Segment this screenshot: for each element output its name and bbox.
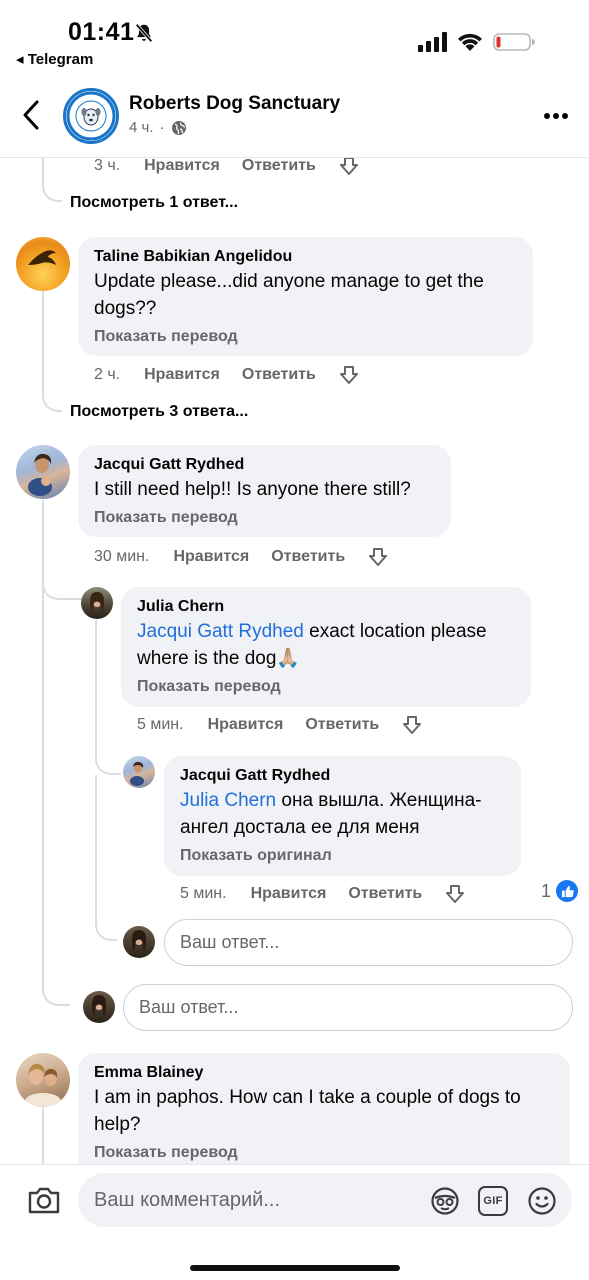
comment-text: Julia Chern она вышла. Женщина-ангел дос… [180, 787, 505, 841]
reply-bubble: Julia Chern Jacqui Gatt Rydhed exact loc… [121, 587, 531, 707]
show-translation-link[interactable]: Показать перевод [94, 327, 517, 347]
comment-author[interactable]: Taline Babikian Angelidou [94, 247, 517, 267]
mention-link[interactable]: Julia Chern [180, 790, 276, 811]
thread-line [95, 775, 117, 941]
comment-bubble: Jacqui Gatt Rydhed I still need help!! I… [78, 445, 451, 537]
thread-line [95, 620, 121, 775]
show-original-link[interactable]: Показать оригинал [180, 846, 505, 866]
comment-bubble: Emma Blainey I am in paphos. How can I t… [78, 1053, 570, 1164]
post-header: Roberts Dog Sanctuary 4 ч. · [0, 74, 589, 158]
reply-input[interactable]: Ваш ответ... [123, 984, 573, 1031]
avatar[interactable] [16, 237, 70, 291]
avatar [83, 991, 115, 1023]
comment-author[interactable]: Emma Blainey [94, 1063, 554, 1083]
like-count: 1 [541, 880, 552, 901]
avatar[interactable] [16, 445, 70, 499]
comment-time: 3 ч. [94, 158, 121, 174]
comment-author[interactable]: Julia Chern [137, 597, 515, 617]
wifi-icon [458, 33, 482, 51]
comment-actions: 3 ч. Нравится Ответить [94, 158, 360, 177]
reply-button[interactable]: Ответить [242, 366, 316, 384]
thread-line [42, 158, 62, 202]
like-button[interactable]: Нравится [208, 716, 284, 734]
view-replies-link[interactable]: Посмотреть 1 ответ... [70, 194, 238, 212]
like-button[interactable]: Нравится [144, 366, 220, 384]
back-to-telegram-link[interactable]: ◂ Telegram [16, 50, 93, 68]
like-button[interactable]: Нравится [144, 158, 220, 175]
reply-button[interactable]: Ответить [348, 885, 422, 903]
downvote-icon[interactable] [401, 714, 423, 736]
downvote-icon[interactable] [338, 158, 360, 177]
comment-actions: 5 мин. Нравится Ответить [137, 714, 423, 736]
gif-icon[interactable]: GIF [478, 1186, 508, 1216]
show-translation-link[interactable]: Показать перевод [94, 508, 435, 528]
signal-icon [418, 32, 447, 52]
avatar[interactable] [81, 587, 113, 619]
comment-text: I still need help!! Is anyone there stil… [94, 479, 411, 500]
page-name[interactable]: Roberts Dog Sanctuary [129, 93, 340, 115]
avatar[interactable] [16, 1053, 70, 1107]
post-meta: 4 ч. · [129, 119, 187, 136]
mention-link[interactable]: Jacqui Gatt Rydhed [137, 621, 304, 642]
battery-icon [493, 33, 535, 51]
thumbs-up-icon [556, 880, 579, 902]
avatar [123, 926, 155, 958]
clock: 01:41 [68, 18, 135, 46]
more-icon[interactable] [543, 112, 569, 120]
reply-button[interactable]: Ответить [271, 548, 345, 566]
post-time: 4 ч. [129, 119, 154, 136]
nested-reply-input[interactable]: Ваш ответ... [164, 919, 573, 966]
downvote-icon[interactable] [444, 883, 466, 905]
comment-time: 30 мин. [94, 548, 150, 565]
page-avatar[interactable] [63, 88, 119, 144]
comment-text: Update please...did anyone manage to get… [94, 271, 484, 319]
downvote-icon[interactable] [367, 546, 389, 568]
show-translation-link[interactable]: Показать перевод [137, 677, 515, 697]
comment-text: Jacqui Gatt Rydhed exact location please… [137, 618, 515, 672]
reply-button[interactable]: Ответить [242, 158, 316, 175]
thread-line [42, 500, 82, 600]
avatar[interactable] [123, 756, 155, 788]
status-bar: 01:41 ◂ Telegram [0, 0, 589, 74]
comment-time: 2 ч. [94, 366, 121, 383]
comment-text: I am in paphos. How can I take a couple … [94, 1087, 521, 1135]
camera-icon[interactable] [27, 1185, 61, 1215]
meta-separator: · [159, 119, 165, 136]
comment-author[interactable]: Jacqui Gatt Rydhed [180, 766, 505, 786]
comment-thread: 3 ч. Нравится Ответить Посмотреть 1 отве… [0, 158, 589, 1164]
downvote-icon[interactable] [338, 364, 360, 386]
back-chevron-icon[interactable] [18, 98, 46, 132]
gif-label: GIF [483, 1195, 503, 1207]
comment-composer: Ваш комментарий... GIF [0, 1164, 589, 1280]
like-button[interactable]: Нравится [251, 885, 327, 903]
view-replies-link[interactable]: Посмотреть 3 ответа... [70, 403, 248, 421]
comment-bubble: Taline Babikian Angelidou Update please.… [78, 237, 533, 356]
emoji-icon[interactable] [527, 1186, 557, 1216]
reply-bubble: Jacqui Gatt Rydhed Julia Chern она вышла… [164, 756, 521, 876]
comment-time: 5 мин. [137, 716, 184, 733]
comment-author[interactable]: Jacqui Gatt Rydhed [94, 455, 435, 475]
reaction-count[interactable]: 1 [541, 880, 579, 902]
globe-icon [171, 120, 186, 135]
comment-actions: 30 мин. Нравится Ответить [94, 546, 389, 568]
comment-time: 5 мин. [180, 885, 227, 902]
show-translation-link[interactable]: Показать перевод [94, 1143, 554, 1163]
like-button[interactable]: Нравится [173, 548, 249, 566]
thread-line [42, 290, 62, 412]
home-indicator [190, 1265, 400, 1271]
comment-actions: 5 мин. Нравится Ответить [180, 883, 466, 905]
bell-off-icon [135, 23, 153, 43]
avatar-sticker-icon[interactable] [430, 1186, 460, 1216]
reply-button[interactable]: Ответить [305, 716, 379, 734]
comment-actions: 2 ч. Нравится Ответить [94, 364, 360, 386]
